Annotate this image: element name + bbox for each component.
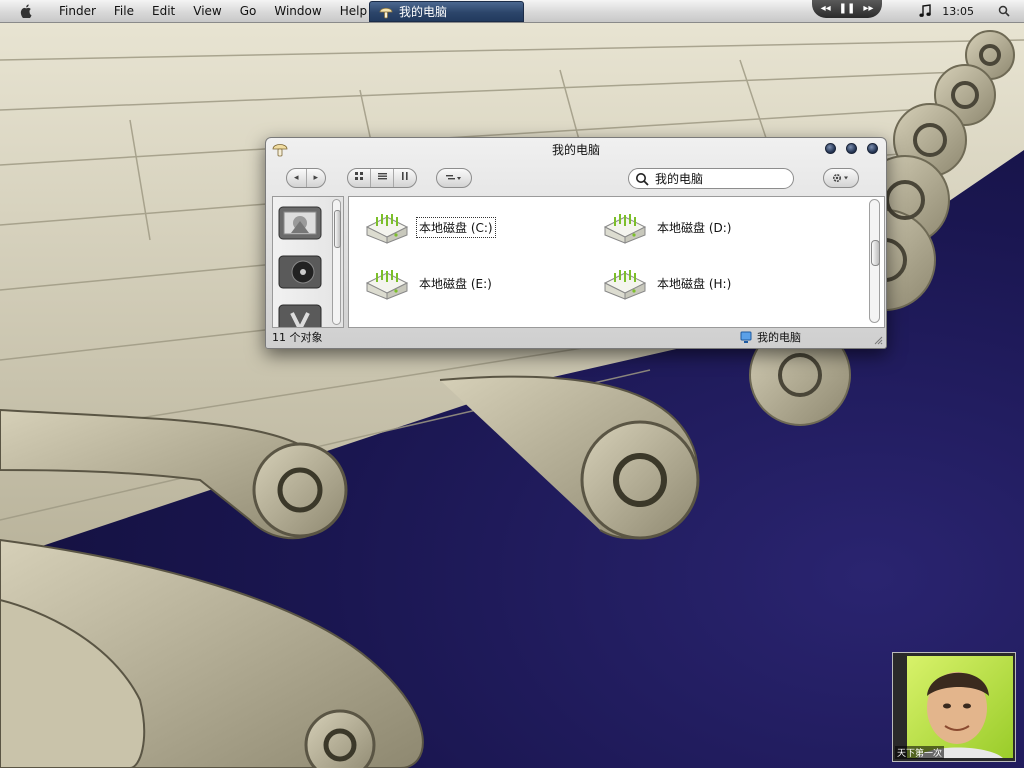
content-scrollbar[interactable] — [869, 199, 880, 323]
icon-view-button[interactable] — [348, 169, 371, 187]
search-input[interactable] — [655, 171, 785, 186]
back-forward-control: ◂ ▸ — [286, 168, 326, 188]
music-note-icon[interactable] — [918, 4, 932, 18]
hard-drive-icon — [603, 214, 647, 244]
window-toolbar: ◂ ▸ — [266, 168, 886, 192]
drive-item-h[interactable]: 本地磁盘 (H:) — [601, 265, 733, 301]
item-count: 11 个对象 — [272, 331, 323, 344]
album-portrait-image — [917, 672, 1003, 758]
drive-label: 本地磁盘 (H:) — [657, 276, 732, 291]
sidebar-scrollbar[interactable] — [332, 199, 341, 325]
minimize-button[interactable] — [825, 143, 836, 154]
album-caption: 天下第一次 — [895, 746, 945, 759]
taskbar-tab-label: 我的电脑 — [399, 5, 448, 19]
gear-icon — [832, 173, 848, 183]
file-browser-content: 本地磁盘 (C:) 本地磁盘 (D:) 本地磁盘 (E:) 本地磁盘 (H:) — [348, 196, 885, 328]
applications-folder-icon[interactable] — [277, 301, 323, 328]
hard-drive-icon — [365, 214, 409, 244]
spotlight-search-icon[interactable] — [998, 5, 1010, 17]
window-title: 我的电脑 — [551, 142, 600, 157]
sidebar — [272, 196, 344, 328]
window-titlebar[interactable]: 我的电脑 — [266, 138, 886, 160]
menu-finder[interactable]: Finder — [50, 0, 105, 22]
menu-edit[interactable]: Edit — [143, 0, 184, 22]
mushroom-icon — [272, 144, 288, 157]
column-view-button[interactable] — [394, 169, 416, 187]
clock[interactable]: 13:05 — [942, 5, 974, 18]
search-icon — [636, 172, 649, 186]
hard-drive-icon — [365, 270, 409, 300]
grid-icon — [355, 172, 363, 180]
window-controls — [825, 143, 878, 154]
columns-icon — [402, 172, 408, 180]
path-popup-button[interactable] — [436, 168, 472, 188]
action-menu-button[interactable] — [823, 168, 859, 188]
menu-view[interactable]: View — [184, 0, 230, 22]
sidebar-scroll-thumb[interactable] — [334, 210, 341, 248]
zoom-button[interactable] — [846, 143, 857, 154]
mushroom-icon — [379, 7, 393, 18]
content-scroll-thumb[interactable] — [871, 240, 880, 266]
menu-extras: 13:05 — [918, 0, 1010, 22]
drive-label: 本地磁盘 (C:) — [416, 216, 496, 238]
desktop-wallpaper — [0, 22, 1024, 768]
drive-label: 本地磁盘 (D:) — [657, 220, 732, 235]
forward-button[interactable]: ▸ — [307, 169, 326, 187]
view-mode-control — [347, 168, 417, 188]
media-previous-button[interactable]: ◂◂ — [821, 0, 831, 18]
computer-icon — [740, 331, 752, 343]
media-pause-button[interactable]: ❚❚ — [839, 0, 856, 18]
finder-window-my-computer: 我的电脑 ◂ ▸ 我的电脑 本地磁盘 (C:) 本地磁盘 (D:) 本地磁盘 (… — [265, 137, 887, 349]
apple-menu-icon[interactable] — [20, 4, 36, 18]
photo-folder-icon[interactable] — [277, 203, 323, 243]
album-cover — [907, 656, 1013, 758]
resize-grip-icon[interactable] — [874, 336, 883, 345]
drive-item-d[interactable]: 本地磁盘 (D:) — [601, 209, 733, 245]
media-controls: ◂◂ ❚❚ ▸▸ — [812, 0, 882, 18]
media-next-button[interactable]: ▸▸ — [863, 0, 873, 18]
current-location: 我的电脑 — [740, 329, 801, 345]
drive-item-c[interactable]: 本地磁盘 (C:) — [363, 209, 496, 245]
current-location-label: 我的电脑 — [757, 331, 801, 344]
list-icon — [377, 173, 387, 180]
hard-drive-icon — [603, 270, 647, 300]
music-folder-icon[interactable] — [277, 252, 323, 292]
menu-window[interactable]: Window — [265, 0, 330, 22]
menu-file[interactable]: File — [105, 0, 143, 22]
now-playing-album-widget[interactable]: 天下第一次 — [892, 652, 1016, 762]
drive-item-e[interactable]: 本地磁盘 (E:) — [363, 265, 494, 301]
drive-label: 本地磁盘 (E:) — [419, 276, 492, 291]
path-menu-icon — [446, 175, 461, 180]
back-button[interactable]: ◂ — [287, 169, 307, 187]
taskbar-tab-my-computer[interactable]: 我的电脑 — [369, 1, 524, 22]
list-view-button[interactable] — [371, 169, 394, 187]
menu-bar: Finder File Edit View Go Window Help 我的电… — [0, 0, 1024, 23]
close-button[interactable] — [867, 143, 878, 154]
status-bar: 11 个对象 我的电脑 — [266, 326, 886, 348]
menu-go[interactable]: Go — [231, 0, 266, 22]
search-field[interactable] — [628, 168, 794, 189]
